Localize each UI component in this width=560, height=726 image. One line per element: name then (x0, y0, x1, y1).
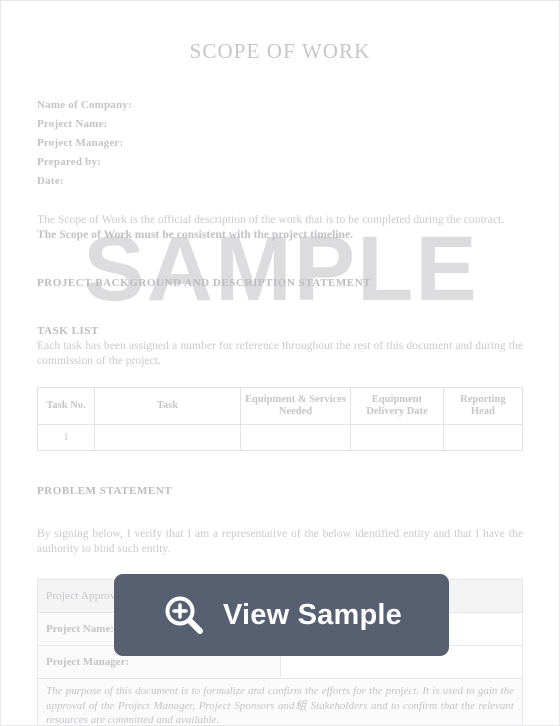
section-heading-background: PROJECT BACKGROUND AND DESCRIPTION STATE… (37, 277, 372, 289)
section-heading-task-list: TASK LIST (37, 325, 99, 337)
column-header-task-no: Task No. (36, 387, 96, 425)
section-heading-problem-statement: PROBLEM STATEMENT (37, 485, 173, 497)
view-sample-label: View Sample (223, 598, 402, 631)
field-label-date: Date: (37, 175, 64, 187)
cell-equipment-services[interactable] (239, 424, 352, 451)
approval-purpose-note: The purpose of this document is to forma… (37, 678, 523, 725)
signature-intro-paragraph: By signing below, I verify that I am a r… (37, 528, 523, 555)
field-label-prepared-by: Prepared by: (37, 156, 102, 168)
column-header-delivery-date: Equipment Delivery Date (350, 387, 444, 425)
intro-block: The Scope of Work is the official descri… (37, 213, 523, 243)
task-list-description: Each task has been assigned a number for… (37, 340, 523, 367)
cell-delivery-date[interactable] (350, 424, 444, 451)
intro-line-2: The Scope of Work must be consistent wit… (37, 229, 354, 241)
intro-line-1: The Scope of Work is the official descri… (37, 214, 505, 226)
view-sample-button[interactable]: View Sample (114, 574, 449, 656)
page-title: SCOPE OF WORK (189, 39, 371, 63)
field-label-project-manager: Project Manager: (37, 137, 124, 149)
field-label-company: Name of Company: (37, 99, 132, 111)
header-fields: Name of Company: Project Name: Project M… (37, 96, 523, 191)
table-header-row: Task No. Task Equipment & Services Neede… (36, 387, 524, 425)
cell-task-no[interactable]: 1 (36, 424, 96, 451)
zoom-in-icon (161, 592, 207, 638)
task-list-table: Task No. Task Equipment & Services Neede… (36, 387, 524, 451)
column-header-reporting-head: Reporting Head (442, 387, 524, 425)
approval-note-row: The purpose of this document is to forma… (37, 678, 523, 725)
cell-task[interactable] (94, 424, 241, 451)
table-row: 1 (36, 424, 524, 451)
column-header-equipment-services: Equipment & Services Needed (239, 387, 352, 425)
document-page: SAMPLE SCOPE OF WORK Name of Company: Pr… (0, 0, 560, 726)
column-header-task: Task (94, 387, 241, 425)
cell-reporting-head[interactable] (442, 424, 524, 451)
field-label-project-name: Project Name: (37, 118, 108, 130)
